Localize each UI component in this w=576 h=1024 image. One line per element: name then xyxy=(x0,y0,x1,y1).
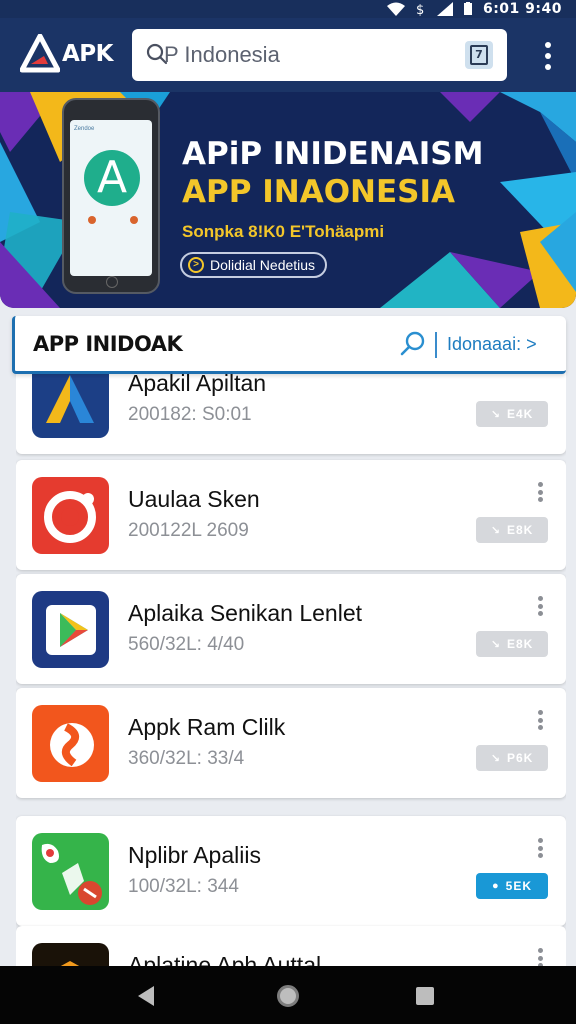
scan-button[interactable]: 7 xyxy=(465,41,493,69)
scan-icon: 7 xyxy=(470,45,488,65)
list-item[interactable]: Aplaika Senikan Lenlet 560/32L: 4/40 ↘ E8… xyxy=(16,574,566,684)
section-header: APP INIDOAK Idonaaai: > xyxy=(12,316,566,374)
download-button[interactable]: ↘ P6K xyxy=(476,745,548,771)
app-bar: APK 7 xyxy=(0,18,576,92)
app-meta: 200122L 2609 xyxy=(128,520,249,541)
download-label: E4K xyxy=(506,407,534,421)
phone-app-logo: A xyxy=(84,150,140,206)
download-label: E8K xyxy=(506,637,534,651)
list-item[interactable]: Aplatine Aph Auttal xyxy=(16,926,566,966)
list-item[interactable]: Uaulaa Sken 200122L 2609 ↘ E8K xyxy=(16,460,566,570)
camera-ring-icon xyxy=(32,477,109,554)
play-store-icon xyxy=(32,591,109,668)
app-meta: 200182: S0:01 xyxy=(128,404,252,425)
app-name: Appk Ram Clilk xyxy=(128,714,286,740)
wifi-icon xyxy=(386,2,405,16)
app-name: Apakil Apiltan xyxy=(128,370,267,396)
more-options-icon[interactable] xyxy=(538,482,544,502)
section-search-icon[interactable] xyxy=(399,330,427,358)
phone-app-dots xyxy=(88,216,138,224)
home-icon[interactable] xyxy=(277,985,299,1007)
more-options-icon[interactable] xyxy=(538,596,544,616)
status-bar: $ 6:01 9:40 xyxy=(0,0,576,18)
more-options-icon[interactable] xyxy=(538,838,544,858)
promo-banner[interactable]: Zendoe A APiP INIDENAISM APP INAONESIA S… xyxy=(0,92,576,308)
recent-apps-icon[interactable] xyxy=(416,987,434,1005)
more-options-icon[interactable] xyxy=(538,710,544,730)
banner-cta-button[interactable]: > Dolidial Nedetius xyxy=(180,252,328,278)
app-name: Nplibr Apaliis xyxy=(128,842,261,868)
list-item[interactable]: Appk Ram Clilk 360/32L: 33/4 ↘ P6K xyxy=(16,688,566,798)
apk-logo-icon xyxy=(20,34,60,73)
section-title: APP INIDOAK xyxy=(33,332,183,356)
phone-home-button xyxy=(106,276,118,288)
swirl-logo-icon xyxy=(32,705,109,782)
banner-title-line1: APiP INIDENAISM xyxy=(182,136,484,172)
app-name: Aplatine Aph Auttal xyxy=(128,952,322,966)
map-pin-icon xyxy=(32,833,109,910)
navigation-bar xyxy=(0,966,576,1024)
download-button[interactable]: ↘ E4K xyxy=(476,401,548,427)
apk-logo[interactable]: APK xyxy=(20,34,113,74)
battery-icon xyxy=(463,2,472,15)
app-meta: 360/32L: 33/4 xyxy=(128,748,245,769)
logo-text: APK xyxy=(62,41,113,67)
more-options-icon[interactable] xyxy=(538,948,544,966)
overflow-menu-icon[interactable] xyxy=(544,42,552,70)
section-see-all-link[interactable]: Idonaaai: > xyxy=(447,334,537,355)
arrow-right-icon: > xyxy=(188,257,204,273)
app-list: Apakil Apiltan 200182: S0:01 ↘ E4K Uaulaa… xyxy=(16,346,566,966)
folder-logo-icon xyxy=(32,943,109,966)
download-label: P6K xyxy=(506,751,534,765)
section-divider xyxy=(435,332,437,358)
svg-text:$: $ xyxy=(416,3,424,16)
signal-icon xyxy=(436,2,453,16)
download-label: E8K xyxy=(506,523,534,537)
app-name: Uaulaa Sken xyxy=(128,486,260,512)
app-meta: 100/32L: 344 xyxy=(128,876,239,897)
app-meta: 560/32L: 4/40 xyxy=(128,634,245,655)
phone-screen: Zendoe A xyxy=(70,120,152,276)
banner-title-line2: APP INAONESIA xyxy=(182,174,456,210)
download-button[interactable]: ↘ E8K xyxy=(476,517,548,543)
battery-saver-icon: $ xyxy=(416,3,424,16)
download-icon: ↘ xyxy=(490,408,501,421)
search-box[interactable]: 7 xyxy=(132,29,507,81)
search-input[interactable] xyxy=(164,29,454,81)
banner-subtitle: Sonpka 8!K0 E'Tohäapmi xyxy=(182,222,385,241)
phone-mockup: Zendoe A xyxy=(62,98,160,294)
download-icon: ↘ xyxy=(490,638,501,651)
back-icon[interactable] xyxy=(138,986,154,1006)
download-icon: ↘ xyxy=(490,752,501,765)
status-time: 6:01 9:40 xyxy=(482,1,562,17)
banner-cta-label: Dolidial Nedetius xyxy=(210,257,316,273)
phone-screen-label: Zendoe xyxy=(74,126,95,132)
download-icon: ● xyxy=(492,880,500,892)
download-button[interactable]: ● 5EK xyxy=(476,873,548,899)
download-button[interactable]: ↘ E8K xyxy=(476,631,548,657)
app-name: Aplaika Senikan Lenlet xyxy=(128,600,362,626)
list-item[interactable]: Nplibr Apaliis 100/32L: 344 ● 5EK xyxy=(16,816,566,926)
download-icon: ↘ xyxy=(490,524,501,537)
download-label: 5EK xyxy=(505,879,532,893)
